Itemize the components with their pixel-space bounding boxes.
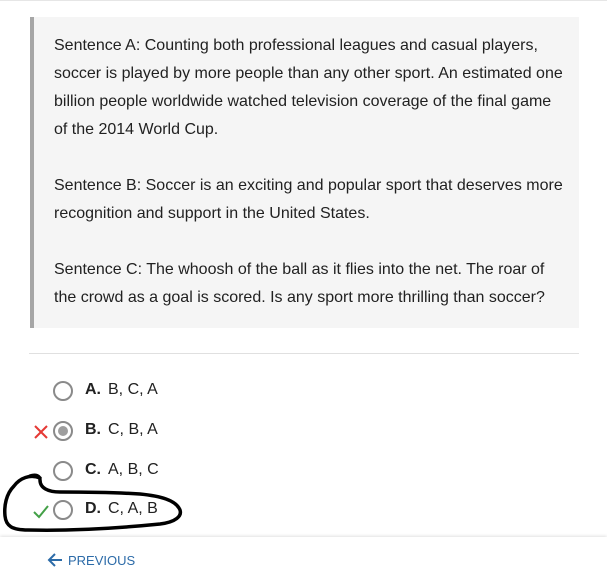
option-text: C, A, B [108,500,158,517]
option-letter: D. [85,500,101,517]
option-letter: C. [85,461,101,478]
correct-check-icon [33,505,49,519]
radio-option-d[interactable] [53,500,73,520]
sentence-c: Sentence C: The whoosh of the ball as it… [54,261,545,306]
option-letter: A. [85,381,101,398]
sentence-a: Sentence A: Counting both professional l… [54,37,563,138]
incorrect-x-icon [34,425,48,439]
radio-option-b[interactable] [53,421,73,441]
option-text: C, B, A [108,421,158,438]
option-letter: B. [85,421,101,438]
radio-option-c[interactable] [53,461,73,481]
option-c[interactable]: C. A, B, C [0,456,607,486]
option-d[interactable]: D. C, A, B [0,495,607,525]
arrow-left-icon [47,553,62,567]
option-b[interactable]: B. C, B, A [0,416,607,446]
option-text: B, C, A [108,381,158,398]
top-divider [0,0,607,1]
option-a[interactable]: A. B, C, A [0,376,607,406]
previous-label: PREVIOUS [68,552,136,568]
previous-button[interactable]: PREVIOUS [46,551,135,569]
sentence-b: Sentence B: Soccer is an exciting and po… [54,177,563,222]
passage-block: Sentence A: Counting both professional l… [30,17,579,328]
radio-option-a[interactable] [53,381,73,401]
footer-bar: PREVIOUS [0,537,607,585]
section-divider [29,353,579,354]
option-text: A, B, C [108,461,159,478]
